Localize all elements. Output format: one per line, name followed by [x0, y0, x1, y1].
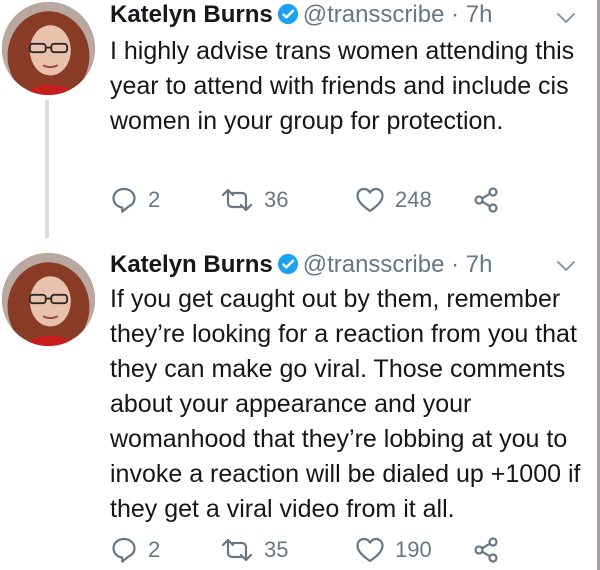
- reply-count: 2: [148, 187, 161, 212]
- author-handle[interactable]: @transscribe: [303, 1, 445, 28]
- reply-count: 2: [148, 537, 161, 562]
- like-button[interactable]: 248: [355, 180, 432, 220]
- reply-button[interactable]: 2: [110, 180, 160, 220]
- verified-badge-icon: [277, 3, 298, 25]
- chevron-down-icon[interactable]: [555, 258, 577, 274]
- tweet-header: Katelyn Burns @transscribe · 7h: [110, 250, 493, 280]
- tweet-text: If you get caught out by them, remember …: [110, 285, 581, 523]
- retweet-button[interactable]: 36: [220, 180, 288, 220]
- avatar-image: [2, 253, 95, 346]
- heart-icon: [356, 537, 384, 563]
- retweet-icon: [221, 188, 253, 212]
- heart-icon: [356, 187, 384, 213]
- author-name[interactable]: Katelyn Burns: [110, 1, 273, 28]
- tweet-actions: 2 36 248: [110, 180, 550, 220]
- author-name[interactable]: Katelyn Burns: [110, 251, 273, 278]
- separator-dot: ·: [451, 251, 460, 278]
- separator-dot: ·: [451, 1, 460, 28]
- avatar-image: [2, 2, 95, 95]
- author-handle[interactable]: @transscribe: [303, 251, 445, 278]
- share-icon: [474, 537, 498, 563]
- avatar[interactable]: [2, 253, 95, 346]
- chevron-down-icon[interactable]: [555, 10, 577, 26]
- timestamp[interactable]: 7h: [466, 251, 493, 278]
- like-count: 190: [395, 537, 432, 562]
- tweet[interactable]: Katelyn Burns @transscribe · 7h I highly …: [0, 0, 597, 238]
- retweet-icon: [221, 538, 253, 562]
- retweet-count: 35: [264, 537, 289, 562]
- share-button[interactable]: [472, 180, 500, 220]
- tweet-header: Katelyn Burns @transscribe · 7h: [110, 0, 493, 30]
- like-count: 248: [395, 187, 432, 212]
- reply-button[interactable]: 2: [110, 530, 160, 570]
- retweet-button[interactable]: 35: [220, 530, 288, 570]
- timestamp[interactable]: 7h: [466, 1, 493, 28]
- verified-badge-icon: [277, 253, 298, 275]
- share-icon: [474, 187, 498, 213]
- tweet-text: I highly advise trans women attending th…: [110, 37, 575, 135]
- tweet-actions: 2 35 190: [110, 530, 550, 570]
- like-button[interactable]: 190: [355, 530, 432, 570]
- reply-icon: [112, 537, 136, 563]
- thread-connector-line: [45, 100, 49, 238]
- share-button[interactable]: [472, 530, 500, 570]
- avatar[interactable]: [2, 2, 95, 95]
- retweet-count: 36: [264, 187, 289, 212]
- reply-icon: [112, 187, 136, 213]
